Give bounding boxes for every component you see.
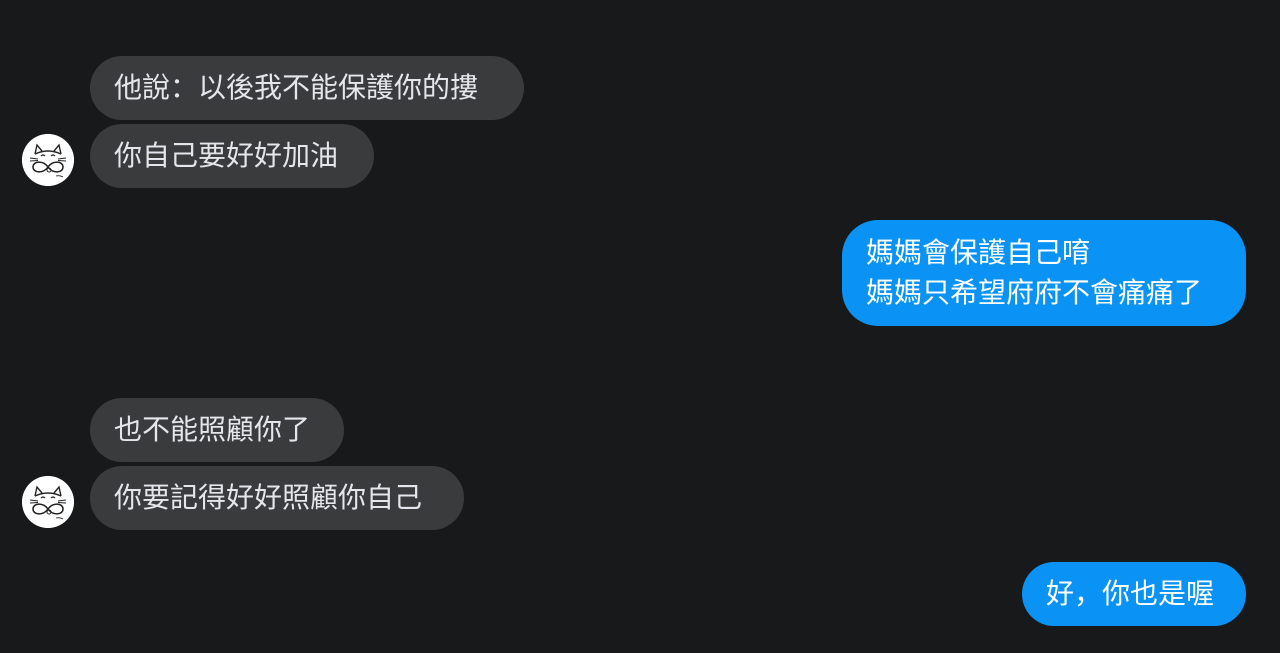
incoming-message-bubble[interactable]: 也不能照顧你了 (90, 398, 344, 462)
incoming-message-bubble[interactable]: 你自己要好好加油 (90, 124, 374, 188)
message-line: 好，你也是喔 (1046, 577, 1215, 610)
outgoing-message-bubble[interactable]: 好，你也是喔 (1022, 562, 1246, 626)
incoming-message-bubble[interactable]: 你要記得好好照顧你自己 (90, 466, 464, 530)
message-text: 也不能照顧你了 (114, 413, 311, 446)
outgoing-message-bubble[interactable]: 媽媽會保護自己唷 媽媽只希望府府不會痛痛了 (842, 220, 1246, 326)
avatar[interactable] (22, 134, 74, 186)
chat-thread: 他說：以後我不能保護你的摟 你自己要好好加油 媽媽會保護自己唷 媽媽只希望府府不… (0, 0, 1280, 653)
message-line: 媽媽會保護自己唷 (866, 236, 1091, 269)
message-text: 你自己要好好加油 (114, 139, 339, 172)
cat-infinity-icon (22, 476, 74, 528)
message-text: 你要記得好好照顧你自己 (114, 481, 423, 514)
message-text: 他說：以後我不能保護你的摟 (114, 71, 479, 104)
message-line: 媽媽只希望府府不會痛痛了 (866, 276, 1203, 309)
cat-infinity-icon (22, 134, 74, 186)
avatar[interactable] (22, 476, 74, 528)
incoming-message-bubble[interactable]: 他說：以後我不能保護你的摟 (90, 56, 524, 120)
